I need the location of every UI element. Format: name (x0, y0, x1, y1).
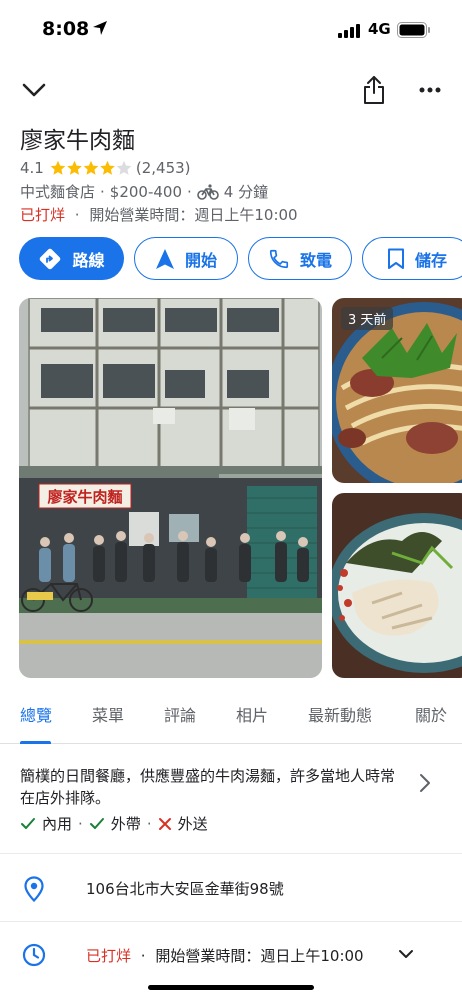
address-row[interactable]: 106台北市大安區金華街98號 (0, 860, 462, 916)
rating-value: 4.1 (20, 159, 44, 177)
directions-button[interactable]: 路線 (19, 237, 124, 280)
chevron-down-icon[interactable] (396, 947, 416, 961)
review-count: (2,453) (135, 159, 191, 177)
info-row: 中式麵食店 · $200-400 · 4 分鐘 (20, 182, 269, 202)
navigation-icon (155, 248, 174, 269)
tab-reviews[interactable]: 評論 (164, 702, 196, 726)
share-icon[interactable] (358, 72, 390, 108)
service-options: 內用 · 外帶 · 外送 (20, 813, 208, 834)
star-icon (67, 160, 82, 175)
hours-row[interactable]: 已打烊 · 開始營業時間：週日上午10:00 (0, 925, 462, 981)
tab-menu[interactable]: 菜單 (92, 702, 124, 726)
top-bar (0, 70, 462, 110)
star-icon (100, 160, 115, 175)
category: 中式麵食店 (20, 183, 96, 201)
check-icon (89, 817, 104, 829)
travel-time: 4 分鐘 (223, 183, 269, 201)
save-button[interactable]: 儲存 (362, 237, 462, 280)
check-icon (21, 817, 35, 829)
start-label: 開始 (184, 250, 217, 270)
star-empty-icon (116, 160, 132, 175)
clock-icon (21, 942, 47, 968)
chevron-down-icon[interactable] (18, 74, 50, 106)
call-label: 致電 (299, 250, 332, 270)
status-bar: 8:08 4G (0, 0, 462, 60)
status-time: 8:08 (42, 18, 90, 40)
active-tab-indicator (20, 741, 51, 744)
place-title: 廖家牛肉麵 (20, 128, 135, 154)
service-takeout: 外帶 (110, 815, 141, 833)
side-dish-photo[interactable] (332, 493, 462, 678)
chevron-right-icon[interactable] (418, 772, 432, 798)
signal-icon (338, 23, 360, 42)
hours-text: 已打烊 · 開始營業時間：週日上午10:00 (86, 947, 364, 965)
directions-label: 路線 (72, 250, 105, 270)
location-pin-icon (22, 876, 46, 902)
location-arrow-icon (92, 20, 108, 40)
tab-about[interactable]: 關於 (415, 702, 447, 726)
address-text: 106台北市大安區金華街98號 (86, 880, 284, 898)
star-icon (50, 160, 66, 175)
hours-summary[interactable]: 已打烊 · 開始營業時間：週日上午10:00 (20, 204, 298, 225)
tab-photos[interactable]: 相片 (236, 702, 268, 726)
action-buttons: 路線 開始 致電 儲存 (19, 237, 462, 281)
opening-hours: 開始營業時間：週日上午10:00 (89, 206, 298, 224)
battery-icon (397, 22, 431, 42)
opening-hours: 開始營業時間：週日上午10:00 (155, 947, 364, 965)
section-divider (0, 921, 462, 922)
service-delivery: 外送 (177, 815, 208, 833)
status-badge: 已打烊 (86, 947, 132, 965)
rating-row[interactable]: 4.1 (2,453) (20, 157, 191, 179)
bookmark-icon (387, 248, 404, 269)
tab-bar: 總覽 菜單 評論 相片 最新動態 關於 (0, 694, 462, 744)
storefront-sign-text: 廖家牛肉麵 (47, 488, 122, 506)
photo-age-badge: 3 天前 (341, 307, 394, 330)
more-icon[interactable] (414, 74, 446, 106)
cross-icon (158, 817, 171, 830)
beef-noodle-photo[interactable]: 3 天前 (332, 298, 462, 483)
tab-updates[interactable]: 最新動態 (308, 702, 372, 726)
status-badge: 已打烊 (20, 206, 66, 224)
home-indicator[interactable] (148, 985, 314, 990)
star-icon (83, 160, 99, 175)
directions-icon (40, 248, 61, 269)
rating-stars (50, 160, 132, 176)
bike-icon (196, 183, 219, 200)
save-label: 儲存 (414, 250, 447, 270)
place-description[interactable]: 簡樸的日間餐廳，供應豐盛的牛肉湯麵，許多當地人時常在店外排隊。 (20, 765, 400, 809)
price-range: $200-400 (109, 182, 183, 201)
call-button[interactable]: 致電 (248, 237, 352, 280)
service-dine-in: 內用 (42, 815, 73, 833)
storefront-photo[interactable]: 廖家牛肉麵 (19, 298, 322, 678)
section-divider (0, 853, 462, 854)
phone-icon (269, 249, 289, 268)
tab-overview[interactable]: 總覽 (20, 702, 52, 726)
network-type: 4G (368, 20, 391, 38)
start-button[interactable]: 開始 (134, 237, 238, 280)
